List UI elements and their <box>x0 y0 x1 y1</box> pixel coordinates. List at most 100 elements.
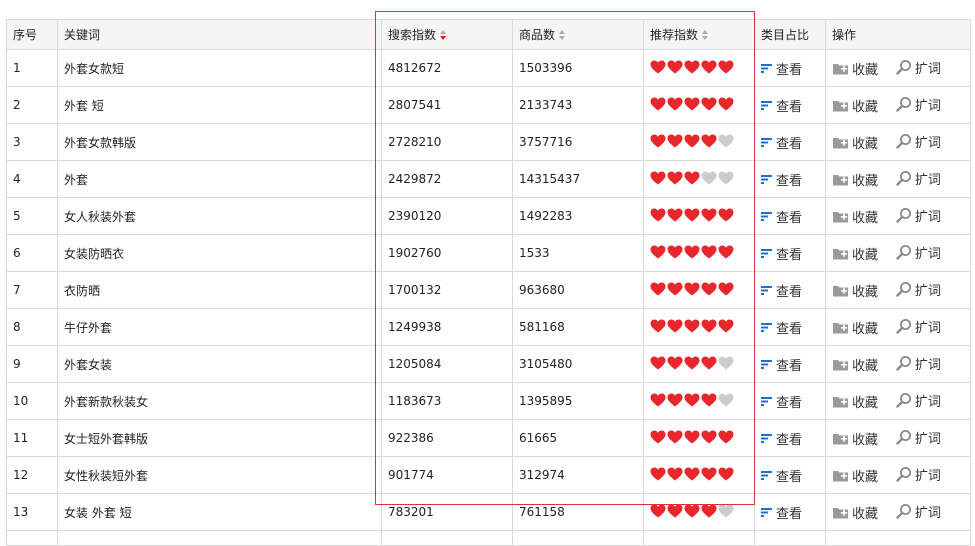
bar-chart-icon <box>761 360 772 369</box>
sort-icon[interactable] <box>558 29 566 42</box>
heart-empty-icon <box>701 171 717 184</box>
cell-index: 10 <box>6 382 58 420</box>
view-button[interactable]: 查看 <box>761 318 802 337</box>
favorite-button[interactable]: 收藏 <box>832 429 878 448</box>
rating-hearts <box>650 430 734 444</box>
expand-button[interactable]: 扩词 <box>896 391 941 410</box>
view-label: 查看 <box>776 469 803 485</box>
cell-keyword: 女士短外套韩版 <box>57 419 382 457</box>
favorite-button[interactable]: 收藏 <box>832 466 878 485</box>
bar-chart-icon <box>761 471 772 480</box>
expand-button[interactable]: 扩词 <box>896 95 941 114</box>
heart-filled-icon <box>667 60 683 73</box>
view-label: 查看 <box>776 210 803 226</box>
cell-actions: 收藏 扩词 <box>825 123 971 161</box>
heart-filled-icon <box>650 134 666 147</box>
favorite-button[interactable]: 收藏 <box>832 133 878 152</box>
sort-icon[interactable] <box>439 29 447 42</box>
view-button[interactable]: 查看 <box>761 207 802 226</box>
header-product-count-label: 商品数 <box>519 28 556 42</box>
view-button[interactable]: 查看 <box>761 96 802 115</box>
view-button[interactable]: 查看 <box>761 355 802 374</box>
favorite-label: 收藏 <box>852 100 879 116</box>
expand-label: 扩词 <box>914 468 941 484</box>
heart-filled-icon <box>684 134 700 147</box>
cell-index: 13 <box>6 493 58 531</box>
cell-product-count: 1395895 <box>512 382 644 420</box>
favorite-button[interactable]: 收藏 <box>832 96 878 115</box>
heart-filled-icon <box>718 282 734 295</box>
cell-empty <box>825 530 971 546</box>
expand-button[interactable]: 扩词 <box>896 243 941 262</box>
header-category-ratio: 类目占比 <box>754 19 826 50</box>
favorite-button[interactable]: 收藏 <box>832 318 878 337</box>
header-recommend-index[interactable]: 推荐指数 <box>643 19 755 50</box>
bar-chart-icon <box>761 249 772 258</box>
cell-category-ratio: 查看 <box>754 86 826 124</box>
cell-empty <box>512 530 644 546</box>
heart-filled-icon <box>701 467 717 480</box>
header-search-index[interactable]: 搜索指数 <box>381 19 513 50</box>
view-button[interactable]: 查看 <box>761 244 802 263</box>
table-row: 2 外套 短 2807541 2133743 查看 收藏 扩词 <box>6 86 971 124</box>
cell-index: 5 <box>6 197 58 235</box>
expand-label: 扩词 <box>914 61 941 77</box>
favorite-button[interactable]: 收藏 <box>832 355 878 374</box>
view-button[interactable]: 查看 <box>761 503 802 522</box>
search-icon <box>896 319 911 334</box>
view-button[interactable]: 查看 <box>761 281 802 300</box>
expand-button[interactable]: 扩词 <box>896 502 941 521</box>
favorite-button[interactable]: 收藏 <box>832 170 878 189</box>
favorite-button[interactable]: 收藏 <box>832 503 878 522</box>
expand-button[interactable]: 扩词 <box>896 132 941 151</box>
cell-search-index: 4812672 <box>381 49 513 87</box>
cell-product-count: 581168 <box>512 308 644 346</box>
heart-filled-icon <box>650 319 666 332</box>
header-search-index-label: 搜索指数 <box>388 28 437 42</box>
expand-button[interactable]: 扩词 <box>896 58 941 77</box>
favorite-button[interactable]: 收藏 <box>832 207 878 226</box>
rating-hearts <box>650 356 734 370</box>
view-button[interactable]: 查看 <box>761 392 802 411</box>
cell-keyword: 女装 外套 短 <box>57 493 382 531</box>
view-label: 查看 <box>776 284 803 300</box>
rating-hearts <box>650 467 734 481</box>
expand-button[interactable]: 扩词 <box>896 465 941 484</box>
view-button[interactable]: 查看 <box>761 170 802 189</box>
favorite-button[interactable]: 收藏 <box>832 244 878 263</box>
favorite-button[interactable]: 收藏 <box>832 59 878 78</box>
view-label: 查看 <box>776 62 803 78</box>
cell-search-index: 1700132 <box>381 271 513 309</box>
expand-button[interactable]: 扩词 <box>896 280 941 299</box>
expand-button[interactable]: 扩词 <box>896 169 941 188</box>
view-button[interactable]: 查看 <box>761 59 802 78</box>
rating-hearts <box>650 282 734 296</box>
expand-button[interactable]: 扩词 <box>896 428 941 447</box>
bar-chart-icon <box>761 212 772 221</box>
sort-icon[interactable] <box>701 29 709 42</box>
view-button[interactable]: 查看 <box>761 466 802 485</box>
folder-add-icon <box>833 434 848 445</box>
cell-actions: 收藏 扩词 <box>825 271 971 309</box>
expand-button[interactable]: 扩词 <box>896 206 941 225</box>
cell-search-index: 783201 <box>381 493 513 531</box>
favorite-label: 收藏 <box>852 137 879 153</box>
cell-category-ratio: 查看 <box>754 493 826 531</box>
cell-keyword: 女装防晒衣 <box>57 234 382 272</box>
expand-button[interactable]: 扩词 <box>896 354 941 373</box>
heart-filled-icon <box>701 319 717 332</box>
cell-actions: 收藏 扩词 <box>825 493 971 531</box>
view-button[interactable]: 查看 <box>761 429 802 448</box>
expand-button[interactable]: 扩词 <box>896 317 941 336</box>
cell-product-count: 963680 <box>512 271 644 309</box>
rating-hearts <box>650 208 734 222</box>
search-icon <box>896 208 911 223</box>
cell-search-index: 1249938 <box>381 308 513 346</box>
heart-filled-icon <box>701 356 717 369</box>
header-product-count[interactable]: 商品数 <box>512 19 644 50</box>
favorite-button[interactable]: 收藏 <box>832 392 878 411</box>
view-button[interactable]: 查看 <box>761 133 802 152</box>
favorite-button[interactable]: 收藏 <box>832 281 878 300</box>
cell-actions: 收藏 扩词 <box>825 49 971 87</box>
heart-filled-icon <box>667 393 683 406</box>
